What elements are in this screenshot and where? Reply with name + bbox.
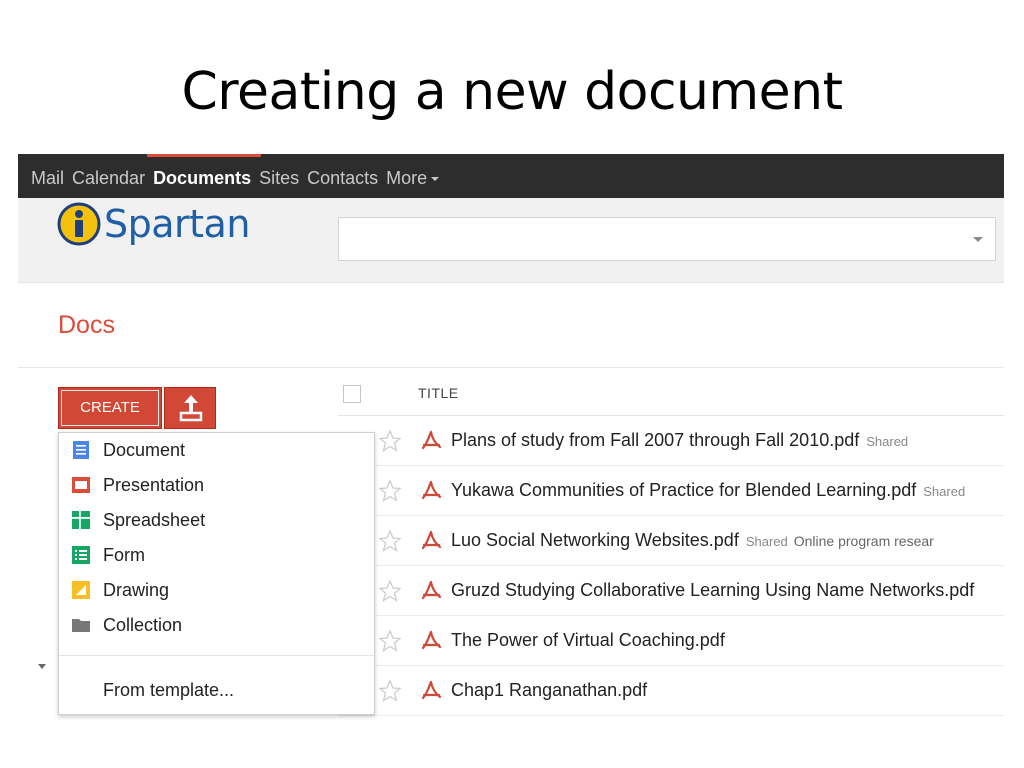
- menu-label: Presentation: [103, 475, 205, 495]
- docs-title: Docs: [58, 311, 115, 339]
- star-icon[interactable]: [378, 429, 402, 453]
- file-title[interactable]: Gruzd Studying Collaborative Learning Us…: [451, 580, 974, 600]
- form-icon: [72, 546, 90, 564]
- nav-more[interactable]: More: [382, 154, 443, 198]
- pdf-icon: [421, 680, 442, 700]
- top-nav-bar: Mail Calendar Documents Sites Contacts M…: [18, 154, 1004, 198]
- star-icon[interactable]: [378, 529, 402, 553]
- menu-item-drawing[interactable]: Drawing: [59, 573, 374, 608]
- nav-sites[interactable]: Sites: [255, 154, 303, 198]
- pdf-icon: [421, 480, 442, 500]
- shared-badge: Shared: [745, 534, 788, 549]
- document-icon: [73, 441, 89, 459]
- nav-mail[interactable]: Mail: [18, 154, 68, 198]
- file-name[interactable]: Chap1 Ranganathan.pdf: [451, 680, 647, 701]
- table-row[interactable]: Plans of study from Fall 2007 through Fa…: [338, 416, 1004, 466]
- pdf-icon: [421, 580, 442, 600]
- select-all-checkbox[interactable]: [343, 385, 361, 403]
- slide-title: Creating a new document: [181, 62, 844, 122]
- shared-badge: Shared: [923, 484, 966, 499]
- file-name[interactable]: Plans of study from Fall 2007 through Fa…: [451, 430, 908, 451]
- file-name[interactable]: Yukawa Communities of Practice for Blend…: [451, 480, 965, 501]
- shared-badge: Shared: [866, 434, 909, 449]
- star-icon[interactable]: [378, 579, 402, 603]
- logo-text: Spartan: [104, 202, 250, 246]
- menu-label: Drawing: [103, 580, 170, 600]
- collapse-caret-icon[interactable]: [38, 664, 46, 669]
- pdf-icon: [421, 630, 442, 650]
- table-row[interactable]: Chap1 Ranganathan.pdf: [338, 666, 1004, 716]
- create-button[interactable]: CREATE: [58, 387, 162, 429]
- star-icon[interactable]: [378, 629, 402, 653]
- spreadsheet-icon: [72, 511, 90, 529]
- menu-label: From template...: [103, 680, 235, 700]
- menu-item-presentation[interactable]: Presentation: [59, 468, 374, 503]
- nav-contacts[interactable]: Contacts: [303, 154, 382, 198]
- file-name[interactable]: Gruzd Studying Collaborative Learning Us…: [451, 580, 974, 601]
- chevron-down-icon: [431, 177, 440, 182]
- pdf-icon: [421, 430, 442, 450]
- file-title[interactable]: Plans of study from Fall 2007 through Fa…: [451, 430, 859, 450]
- upload-icon: [179, 395, 203, 422]
- top-nav: Mail Calendar Documents Sites Contacts M…: [18, 154, 443, 198]
- drawing-icon: [72, 581, 90, 599]
- nav-more-label: More: [386, 168, 428, 188]
- file-name[interactable]: Luo Social Networking Websites.pdf Shared…: [451, 530, 934, 551]
- collection-label[interactable]: Online program resear: [794, 533, 934, 549]
- docs-screenshot: Mail Calendar Documents Sites Contacts M…: [18, 154, 1004, 724]
- file-title[interactable]: Chap1 Ranganathan.pdf: [451, 680, 647, 700]
- file-name[interactable]: The Power of Virtual Coaching.pdf: [451, 630, 725, 651]
- title-column-header[interactable]: TITLE: [418, 385, 459, 401]
- folder-icon: [72, 619, 90, 632]
- menu-divider: [59, 655, 374, 656]
- menu-item-from-template[interactable]: From template...: [59, 673, 374, 708]
- file-title[interactable]: The Power of Virtual Coaching.pdf: [451, 630, 725, 650]
- info-circle-icon: [57, 202, 101, 246]
- file-title[interactable]: Luo Social Networking Websites.pdf: [451, 530, 739, 550]
- star-icon[interactable]: [378, 479, 402, 503]
- menu-label: Spreadsheet: [103, 510, 206, 530]
- file-title[interactable]: Yukawa Communities of Practice for Blend…: [451, 480, 916, 500]
- create-menu: Document Presentation Spreadsheet Form D…: [58, 432, 375, 715]
- table-row[interactable]: Yukawa Communities of Practice for Blend…: [338, 466, 1004, 516]
- nav-calendar[interactable]: Calendar: [68, 154, 149, 198]
- upload-button[interactable]: [164, 387, 216, 429]
- menu-item-spreadsheet[interactable]: Spreadsheet: [59, 503, 374, 538]
- menu-label: Form: [103, 545, 145, 565]
- menu-label: Document: [103, 440, 186, 460]
- table-row[interactable]: Luo Social Networking Websites.pdf Shared…: [338, 516, 1004, 566]
- menu-label: Collection: [103, 615, 183, 635]
- header-area: Spartan: [18, 198, 1004, 283]
- search-input[interactable]: [338, 217, 996, 261]
- spartan-logo[interactable]: Spartan: [56, 201, 250, 247]
- table-row[interactable]: Gruzd Studying Collaborative Learning Us…: [338, 566, 1004, 616]
- pdf-icon: [421, 530, 442, 550]
- search-options-icon[interactable]: [973, 237, 983, 242]
- nav-documents[interactable]: Documents: [147, 154, 262, 198]
- presentation-icon: [72, 477, 90, 493]
- table-row[interactable]: The Power of Virtual Coaching.pdf: [338, 616, 1004, 666]
- menu-item-collection[interactable]: Collection: [59, 608, 374, 643]
- menu-item-form[interactable]: Form: [59, 538, 374, 573]
- star-icon[interactable]: [378, 679, 402, 703]
- docs-header: Docs: [18, 283, 1004, 368]
- menu-item-document[interactable]: Document: [59, 433, 374, 468]
